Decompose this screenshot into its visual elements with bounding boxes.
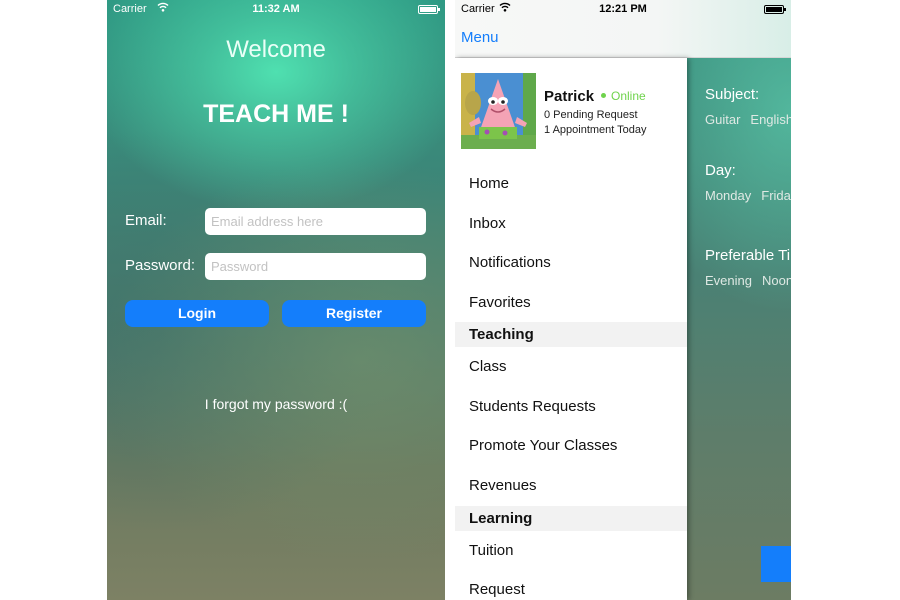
menu-item-request[interactable]: Request	[455, 570, 687, 600]
day-values: Monday Friday	[705, 188, 791, 203]
status-time: 11:32 AM	[252, 3, 300, 15]
search-button[interactable]	[761, 546, 791, 582]
section-header-teaching: Teaching	[455, 322, 687, 347]
menu-item-revenues[interactable]: Revenues	[455, 466, 687, 505]
section-header-learning: Learning	[455, 506, 687, 531]
battery-icon	[418, 5, 440, 14]
password-label: Password:	[125, 257, 196, 274]
subject-label: Subject:	[705, 86, 760, 103]
menu-item-home[interactable]: Home	[455, 164, 687, 203]
online-status: Online	[601, 89, 646, 103]
avatar-image	[461, 73, 536, 149]
menu-item-promote-classes[interactable]: Promote Your Classes	[455, 426, 687, 465]
time-value[interactable]: Noon	[762, 273, 791, 288]
welcome-heading: Welcome	[226, 36, 326, 63]
menu-item-inbox[interactable]: Inbox	[455, 204, 687, 243]
time-value[interactable]: Evening	[705, 273, 752, 288]
profile-name: Patrick	[544, 88, 595, 105]
password-field[interactable]	[205, 253, 426, 280]
preferable-time-label: Preferable Time:	[705, 247, 791, 264]
menu-item-students-requests[interactable]: Students Requests	[455, 387, 687, 426]
login-screen: Carrier 11:32 AM Welcome TEACH ME ! Emai…	[107, 0, 445, 600]
email-label: Email:	[125, 212, 167, 229]
day-value[interactable]: Monday	[705, 188, 751, 203]
online-status-text: Online	[611, 89, 646, 103]
online-dot-icon	[601, 93, 606, 99]
app-title: TEACH ME !	[203, 100, 349, 128]
subject-values: Guitar English	[705, 112, 791, 127]
menu-item-favorites[interactable]: Favorites	[455, 283, 687, 322]
menu-item-tuition[interactable]: Tuition	[455, 531, 687, 570]
status-time: 12:21 PM	[599, 3, 647, 15]
avatar	[461, 73, 536, 149]
pending-requests: 0 Pending Request	[544, 109, 638, 121]
email-field[interactable]	[205, 208, 426, 235]
status-bar: Carrier 11:32 AM	[107, 0, 445, 20]
subject-value[interactable]: Guitar	[705, 112, 740, 127]
menu-button[interactable]: Menu	[461, 29, 499, 46]
time-values: Evening Noon	[705, 273, 791, 288]
login-button[interactable]: Login	[125, 300, 269, 327]
menu-item-notifications[interactable]: Notifications	[455, 243, 687, 282]
subject-value[interactable]: English	[750, 112, 791, 127]
navigation-bar: Carrier 12:21 PM Menu	[455, 0, 791, 58]
menu-screen: Subject: Guitar English Day: Monday Friday…	[455, 0, 791, 600]
forgot-password-link[interactable]: I forgot my password :(	[107, 396, 445, 412]
status-bar: Carrier 12:21 PM	[455, 0, 791, 20]
day-label: Day:	[705, 162, 736, 179]
side-menu: Patrick Online 0 Pending Request 1 Appoi…	[455, 58, 687, 600]
day-value[interactable]: Friday	[761, 188, 791, 203]
register-button[interactable]: Register	[282, 300, 426, 327]
battery-icon	[764, 5, 786, 14]
appointments-today: 1 Appointment Today	[544, 124, 647, 136]
profile-header[interactable]: Patrick Online 0 Pending Request 1 Appoi…	[455, 58, 687, 170]
menu-item-class[interactable]: Class	[455, 347, 687, 386]
